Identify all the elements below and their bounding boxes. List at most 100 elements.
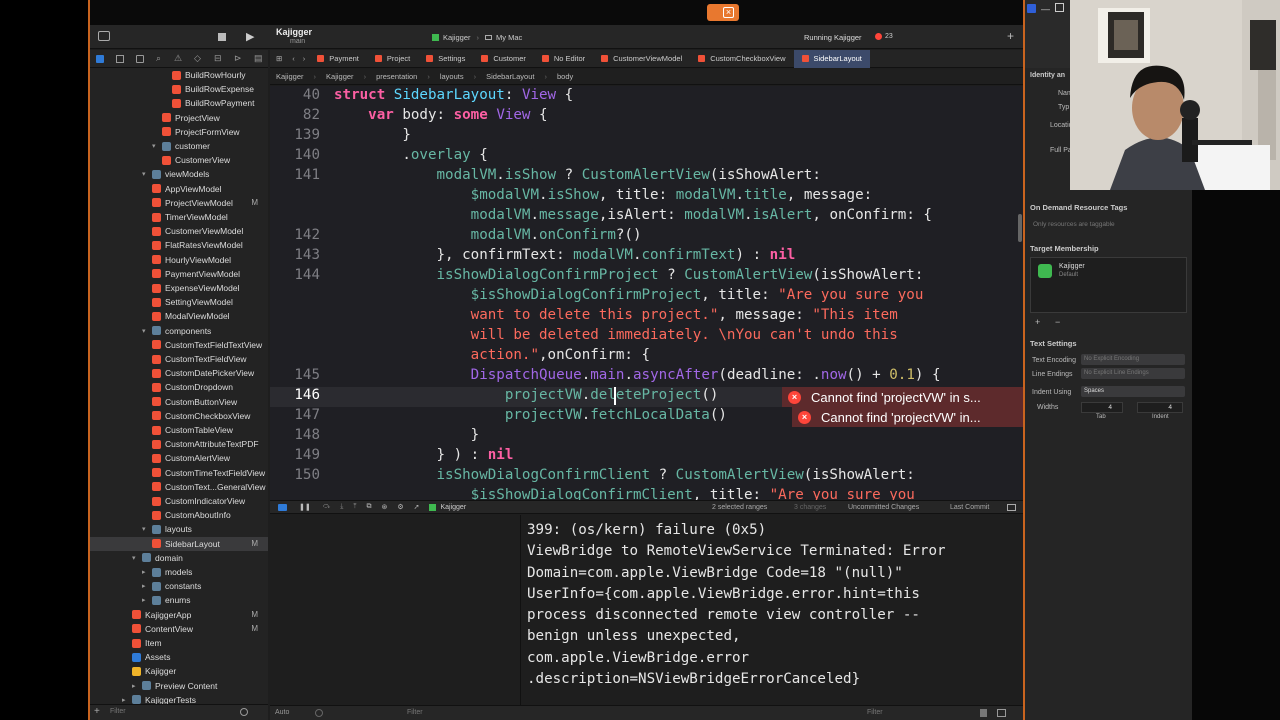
navigator-item[interactable]: ▸ constants	[90, 579, 268, 593]
add-target-icon[interactable]: +	[1035, 317, 1040, 327]
navigator-item[interactable]: PaymentViewModel	[90, 267, 268, 281]
breakpoints-icon[interactable]: ⊳	[234, 53, 242, 64]
editor-tab[interactable]: CustomerViewModel	[593, 50, 690, 68]
minimize-icon[interactable]: —	[1041, 4, 1050, 14]
chevron-down-icon[interactable]: ▾	[152, 142, 159, 150]
jump-bar-item[interactable]: presentation	[376, 72, 417, 81]
step-into-icon[interactable]: ⤓	[340, 503, 343, 511]
editor-tab[interactable]: Payment	[309, 50, 367, 68]
navigator-item[interactable]: ▸ models	[90, 565, 268, 579]
environment-icon[interactable]: ⚙	[397, 503, 403, 511]
chevron-right-icon[interactable]: ▸	[142, 582, 149, 590]
tab-width-field[interactable]: 4	[1081, 402, 1123, 413]
navigator-item[interactable]: CustomTimeTextFieldView	[90, 466, 268, 480]
navigator-item[interactable]: CustomTextFieldTextView	[90, 338, 268, 352]
error-annotation[interactable]: × Cannot find 'projectVW' in...	[792, 407, 1023, 427]
view-hierarchy-icon[interactable]: ⧉	[366, 503, 371, 511]
jump-bar-item[interactable]: body	[557, 72, 573, 81]
console-filter-input[interactable]: Filter	[867, 709, 883, 716]
zoom-icon[interactable]	[1027, 4, 1036, 13]
recent-files-icon[interactable]	[240, 708, 248, 716]
project-navigator-icon[interactable]	[96, 55, 104, 63]
bookmarks-icon[interactable]	[136, 55, 144, 63]
trash-icon[interactable]	[980, 709, 987, 717]
navigator-item[interactable]: CustomerViewModel	[90, 224, 268, 238]
navigator-item[interactable]: CustomCheckboxView	[90, 409, 268, 423]
navigator-item[interactable]: ProjectViewModel M	[90, 196, 268, 210]
target-membership-list[interactable]: Kajigger Default	[1030, 257, 1187, 313]
navigator-item[interactable]: BuildRowExpense	[90, 82, 268, 96]
navigator-item[interactable]: HourlyViewModel	[90, 253, 268, 267]
uncommitted-changes[interactable]: Uncommitted Changes	[848, 504, 919, 511]
navigator-item[interactable]: CustomDropdown	[90, 380, 268, 394]
stop-button[interactable]	[218, 33, 226, 41]
navigator-item[interactable]: CustomTableView	[90, 423, 268, 437]
pause-icon[interactable]: ❚❚	[299, 503, 311, 511]
navigator-item[interactable]: CustomDatePickerView	[90, 366, 268, 380]
add-file-icon[interactable]: +	[94, 706, 100, 717]
step-over-icon[interactable]: ⤼	[323, 503, 330, 511]
tab-overview-icon[interactable]: ⊞	[270, 54, 288, 63]
last-commit[interactable]: Last Commit	[950, 504, 989, 511]
forward-icon[interactable]: ›	[299, 54, 310, 63]
reports-icon[interactable]: ▤	[254, 53, 263, 64]
chevron-down-icon[interactable]: ▾	[142, 525, 149, 533]
issues-icon[interactable]: ⚠	[174, 53, 182, 64]
editor-tab[interactable]: No Editor	[534, 50, 593, 68]
navigator-item[interactable]: AppViewModel	[90, 182, 268, 196]
navigator-item[interactable]: ▾ components	[90, 324, 268, 338]
navigator-item[interactable]: ProjectFormView	[90, 125, 268, 139]
navigator-item[interactable]: ▾ customer	[90, 139, 268, 153]
panel-toggle-icon[interactable]	[1007, 503, 1016, 511]
jump-bar-item[interactable]: SidebarLayout	[486, 72, 534, 81]
breakpoints-toggle-icon[interactable]	[278, 503, 287, 511]
variables-view[interactable]	[270, 515, 521, 705]
editor-tab[interactable]: SidebarLayout	[793, 49, 870, 68]
navigator-item[interactable]: CustomAboutInfo	[90, 508, 268, 522]
console-output[interactable]: 399: (os/kern) failure (0x5) ViewBridge …	[522, 515, 1023, 705]
variables-filter-input[interactable]: Filter	[407, 709, 423, 716]
step-out-icon[interactable]: ⤒	[353, 503, 356, 511]
sidebar-toggle-icon[interactable]	[98, 31, 110, 41]
navigator-item[interactable]: TimerViewModel	[90, 210, 268, 224]
navigator-item[interactable]: CustomAttributeTextPDF	[90, 437, 268, 451]
back-icon[interactable]: ‹	[288, 54, 299, 63]
recording-indicator[interactable]: ×	[707, 4, 739, 21]
source-control-icon[interactable]	[116, 55, 124, 63]
debug-target[interactable]: Kajigger	[429, 503, 466, 511]
navigator-item[interactable]: ▾ domain	[90, 551, 268, 565]
navigator-item[interactable]: ▾ layouts	[90, 522, 268, 536]
error-annotation[interactable]: × Cannot find 'projectVW' in s...	[782, 387, 1023, 407]
remove-target-icon[interactable]: −	[1055, 317, 1060, 327]
editor-tab[interactable]: Customer	[473, 50, 534, 68]
text-encoding-select[interactable]: No Explicit Encoding	[1081, 354, 1185, 365]
navigator-item[interactable]: SettingViewModel	[90, 295, 268, 309]
editor-tab[interactable]: Settings	[418, 50, 473, 68]
navigator-item[interactable]: ExpenseViewModel	[90, 281, 268, 295]
editor-tab[interactable]: Project	[367, 50, 418, 68]
jump-bar-item[interactable]: Kajigger	[276, 72, 304, 81]
maximize-icon[interactable]	[1055, 3, 1064, 12]
chevron-right-icon[interactable]: ▸	[142, 596, 149, 604]
chevron-right-icon[interactable]: ▸	[142, 568, 149, 576]
navigator-item[interactable]: BuildRowPayment	[90, 96, 268, 110]
find-icon[interactable]: ⌕	[156, 53, 161, 64]
eye-icon[interactable]	[315, 709, 323, 717]
navigator-item[interactable]: Kajigger	[90, 664, 268, 678]
navigator-filter-input[interactable]: Filter	[110, 708, 126, 715]
navigator-item[interactable]: CustomText...GeneralView	[90, 480, 268, 494]
line-endings-select[interactable]: No Explicit Line Endings	[1081, 368, 1185, 379]
chevron-right-icon[interactable]: ▸	[122, 696, 129, 704]
navigator-item[interactable]: ▸ Preview Content	[90, 679, 268, 693]
navigator-item[interactable]: ProjectView	[90, 111, 268, 125]
memory-graph-icon[interactable]: ⊛	[381, 503, 387, 511]
chevron-down-icon[interactable]: ▾	[142, 170, 149, 178]
navigator-item[interactable]: ▾ viewModels	[90, 167, 268, 181]
tests-icon[interactable]: ◇	[194, 53, 201, 64]
navigator-item[interactable]: CustomerView	[90, 153, 268, 167]
jump-bar-item[interactable]: layouts	[440, 72, 464, 81]
navigator-item[interactable]: FlatRatesViewModel	[90, 238, 268, 252]
chevron-right-icon[interactable]: ▸	[132, 682, 139, 690]
navigator-item[interactable]: ▸ enums	[90, 593, 268, 607]
editor-tab[interactable]: CustomCheckboxView	[690, 50, 793, 68]
